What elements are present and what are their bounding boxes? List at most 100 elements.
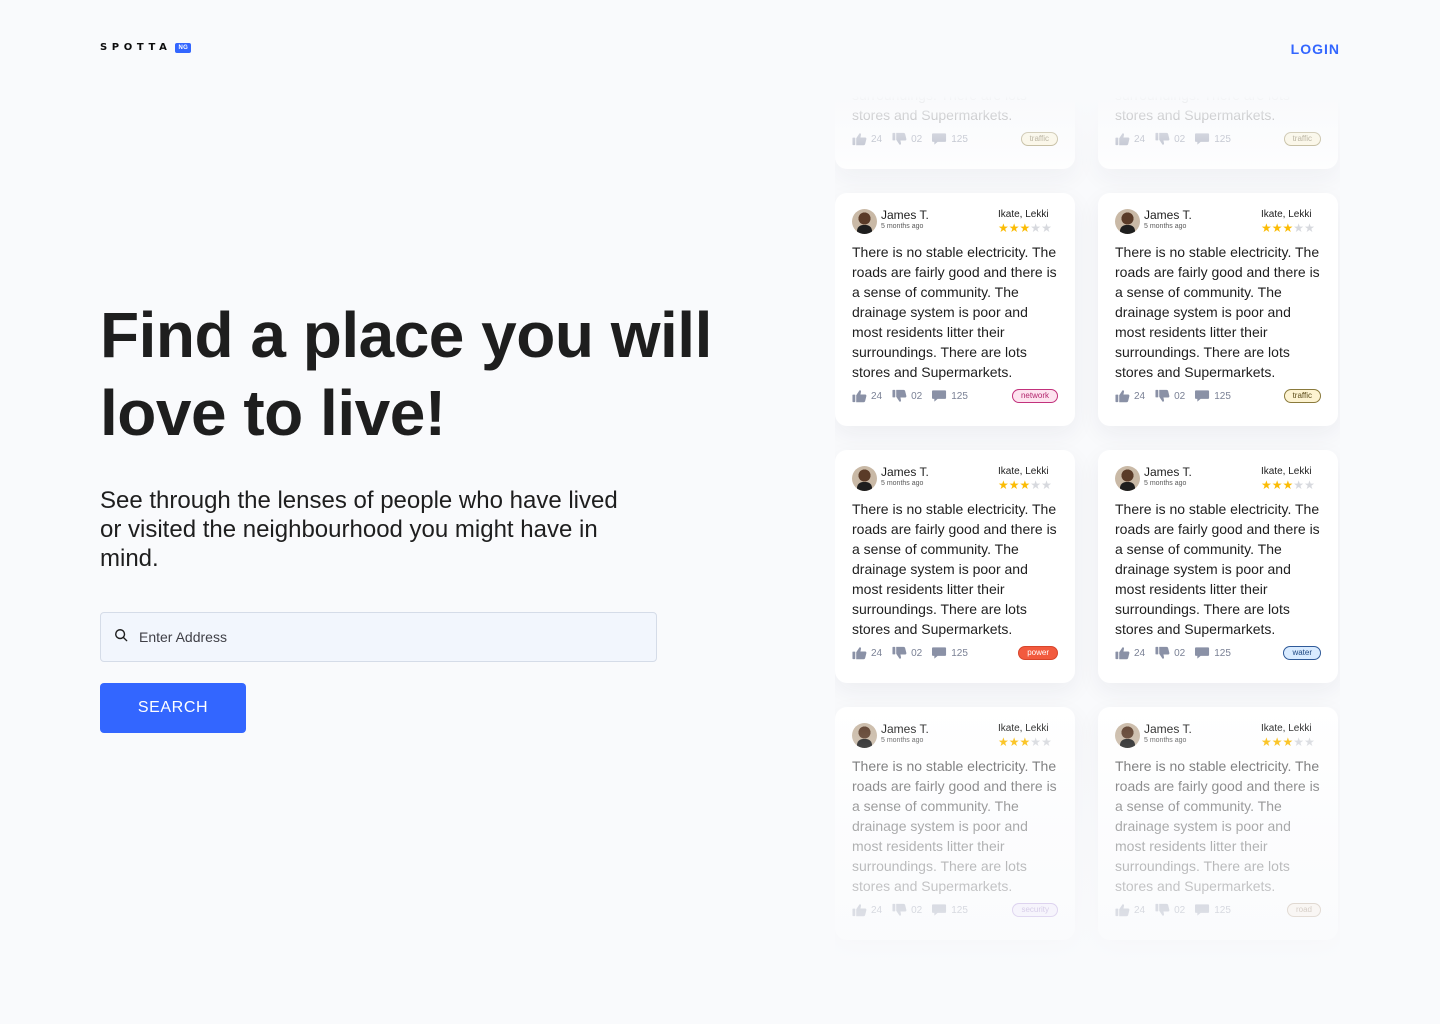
like-count: 24 bbox=[1134, 647, 1146, 659]
dislike-button[interactable]: 02 bbox=[892, 903, 922, 917]
comment-button[interactable]: 125 bbox=[932, 389, 968, 403]
search-button[interactable]: SEARCH bbox=[100, 683, 246, 733]
star-empty-icon: ★ bbox=[1304, 735, 1315, 749]
star-filled-icon: ★ bbox=[1261, 478, 1272, 492]
like-button[interactable]: 24 bbox=[1115, 903, 1145, 917]
avatar bbox=[852, 209, 877, 234]
review-tag[interactable]: traffic bbox=[1283, 389, 1321, 403]
like-button[interactable]: 24 bbox=[852, 389, 882, 403]
avatar bbox=[852, 466, 877, 491]
review-card[interactable]: James T. 5 months ago Ikate, Lekki ★★★★★… bbox=[835, 450, 1075, 683]
star-filled-icon: ★ bbox=[1271, 735, 1283, 749]
comment-button[interactable]: 125 bbox=[1195, 132, 1231, 146]
star-empty-icon: ★ bbox=[1030, 735, 1042, 749]
review-tag[interactable]: traffic bbox=[1283, 132, 1321, 146]
review-tag[interactable]: power bbox=[1018, 646, 1058, 660]
star-empty-icon: ★ bbox=[1293, 221, 1305, 235]
avatar bbox=[1115, 723, 1140, 748]
thumbs-down-icon bbox=[892, 132, 907, 145]
comment-button[interactable]: 125 bbox=[932, 903, 968, 917]
reviews-feed[interactable]: James T. 5 months ago Ikate, Lekki ★★★★★… bbox=[835, 96, 1340, 976]
reviewer-name: James T. bbox=[881, 722, 929, 736]
like-button[interactable]: 24 bbox=[1115, 132, 1145, 146]
comment-button[interactable]: 125 bbox=[1195, 389, 1231, 403]
login-link[interactable]: LOGIN bbox=[1291, 41, 1340, 57]
like-button[interactable]: 24 bbox=[852, 132, 882, 146]
comment-count: 125 bbox=[1214, 904, 1231, 916]
star-filled-icon: ★ bbox=[1271, 221, 1283, 235]
address-search-field[interactable] bbox=[100, 612, 657, 662]
review-text: There is no stable electricity. The road… bbox=[852, 244, 1057, 380]
dislike-button[interactable]: 02 bbox=[892, 389, 922, 403]
review-tag[interactable]: water bbox=[1283, 646, 1321, 660]
dislike-button[interactable]: 02 bbox=[1155, 903, 1185, 917]
thumbs-up-icon bbox=[1115, 647, 1130, 660]
search-icon bbox=[114, 628, 128, 647]
review-card[interactable]: James T. 5 months ago Ikate, Lekki ★★★★★… bbox=[1098, 193, 1338, 426]
comment-count: 125 bbox=[951, 390, 968, 402]
review-card[interactable]: James T. 5 months ago Ikate, Lekki ★★★★★… bbox=[835, 96, 1075, 169]
review-location: Ikate, Lekki bbox=[1261, 209, 1312, 220]
dislike-count: 02 bbox=[1174, 904, 1186, 916]
like-button[interactable]: 24 bbox=[852, 646, 882, 660]
thumbs-down-icon bbox=[892, 903, 907, 916]
review-tag[interactable]: road bbox=[1286, 903, 1321, 917]
comment-button[interactable]: 125 bbox=[932, 132, 968, 146]
comment-button[interactable]: 125 bbox=[1195, 903, 1231, 917]
review-location: Ikate, Lekki bbox=[998, 209, 1049, 220]
thumbs-up-icon bbox=[852, 390, 867, 403]
avatar bbox=[1115, 466, 1140, 491]
like-count: 24 bbox=[871, 647, 883, 659]
star-empty-icon: ★ bbox=[1030, 478, 1042, 492]
dislike-button[interactable]: 02 bbox=[1155, 389, 1185, 403]
review-card[interactable]: James T. 5 months ago Ikate, Lekki ★★★★★… bbox=[835, 193, 1075, 426]
review-tag[interactable]: traffic bbox=[1020, 132, 1058, 146]
reviewer-name: James T. bbox=[1144, 208, 1192, 222]
comment-button[interactable]: 125 bbox=[1195, 646, 1231, 660]
star-empty-icon: ★ bbox=[1293, 735, 1305, 749]
dislike-button[interactable]: 02 bbox=[1155, 646, 1185, 660]
review-text: There is no stable electricity. The road… bbox=[852, 758, 1057, 894]
star-filled-icon: ★ bbox=[998, 221, 1009, 235]
review-card[interactable]: James T. 5 months ago Ikate, Lekki ★★★★★… bbox=[1098, 707, 1338, 940]
star-empty-icon: ★ bbox=[1304, 221, 1315, 235]
review-time: 5 months ago bbox=[1144, 223, 1187, 230]
comment-icon bbox=[932, 647, 947, 659]
review-time: 5 months ago bbox=[1144, 480, 1187, 487]
thumbs-down-icon bbox=[1155, 132, 1170, 145]
review-card[interactable]: James T. 5 months ago Ikate, Lekki ★★★★★… bbox=[835, 707, 1075, 940]
dislike-count: 02 bbox=[911, 390, 923, 402]
star-rating: ★ ★ ★ ★ ★ bbox=[998, 222, 1058, 234]
review-time: 5 months ago bbox=[881, 480, 924, 487]
comment-count: 125 bbox=[951, 647, 968, 659]
avatar bbox=[1115, 209, 1140, 234]
comment-button[interactable]: 125 bbox=[932, 646, 968, 660]
review-location: Ikate, Lekki bbox=[998, 466, 1049, 477]
review-tag[interactable]: security bbox=[1012, 903, 1058, 917]
dislike-button[interactable]: 02 bbox=[892, 646, 922, 660]
like-button[interactable]: 24 bbox=[852, 903, 882, 917]
dislike-button[interactable]: 02 bbox=[1155, 132, 1185, 146]
review-text: There is no stable electricity. The road… bbox=[1115, 244, 1320, 380]
review-text: There is no stable electricity. The road… bbox=[1115, 96, 1290, 123]
star-filled-icon: ★ bbox=[1019, 478, 1031, 492]
star-filled-icon: ★ bbox=[1271, 478, 1283, 492]
star-filled-icon: ★ bbox=[998, 735, 1009, 749]
logo[interactable]: SPOTTA NG bbox=[100, 42, 192, 53]
star-filled-icon: ★ bbox=[998, 478, 1009, 492]
thumbs-up-icon bbox=[852, 647, 867, 660]
review-card[interactable]: James T. 5 months ago Ikate, Lekki ★★★★★… bbox=[1098, 450, 1338, 683]
review-location: Ikate, Lekki bbox=[1261, 466, 1312, 477]
like-button[interactable]: 24 bbox=[1115, 389, 1145, 403]
comment-icon bbox=[1195, 904, 1210, 916]
review-card[interactable]: James T. 5 months ago Ikate, Lekki ★★★★★… bbox=[1098, 96, 1338, 169]
dislike-button[interactable]: 02 bbox=[892, 132, 922, 146]
address-input[interactable] bbox=[139, 629, 619, 645]
review-time: 5 months ago bbox=[1144, 737, 1187, 744]
like-count: 24 bbox=[1134, 904, 1146, 916]
comment-icon bbox=[932, 390, 947, 402]
like-button[interactable]: 24 bbox=[1115, 646, 1145, 660]
star-rating: ★ ★ ★ ★ ★ bbox=[1261, 736, 1321, 748]
review-tag[interactable]: network bbox=[1011, 389, 1058, 403]
review-time: 5 months ago bbox=[881, 737, 924, 744]
